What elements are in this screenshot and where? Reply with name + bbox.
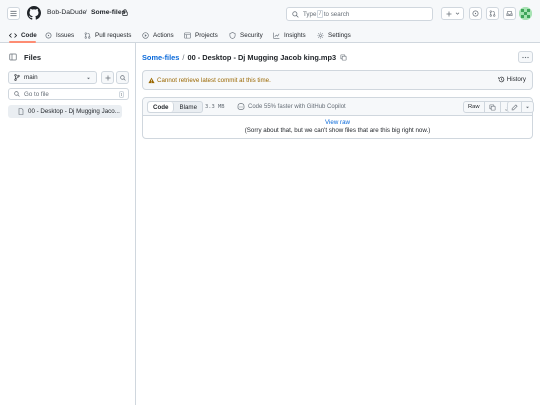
- repo-owner-link[interactable]: Bob-DaDude: [47, 9, 86, 16]
- shield-icon: [229, 31, 236, 39]
- play-icon: [142, 31, 149, 39]
- issue-icon: [45, 32, 52, 38]
- search-icon: [119, 74, 126, 81]
- file-viewer-header: Code Blame 3.3 MB Code 55% faster with G…: [143, 98, 534, 116]
- edit-actions-group: [507, 101, 534, 113]
- menu-icon: [10, 10, 17, 17]
- lock-icon: [122, 9, 128, 16]
- tab-pull-requests-label: Pull requests: [95, 31, 132, 39]
- kebab-horizontal-icon: [522, 56, 529, 58]
- copy-icon: [489, 104, 496, 110]
- tab-pull-requests[interactable]: Pull requests: [84, 29, 131, 41]
- latest-commit-bar: Cannot retrieve latest commit at this ti…: [142, 70, 533, 90]
- go-to-file-input[interactable]: Go to file t: [8, 88, 129, 100]
- tab-insights-label: Insights: [284, 31, 306, 39]
- history-icon: [498, 76, 504, 83]
- file-too-big-message: (Sorry about that, but we can't show fil…: [244, 127, 431, 134]
- github-logo-icon[interactable]: [27, 6, 41, 20]
- code-icon: [9, 32, 17, 38]
- pencil-icon: [511, 103, 518, 110]
- branch-selector[interactable]: main: [8, 71, 97, 84]
- go-to-file-shortcut: t: [118, 91, 124, 98]
- pull-request-icon: [84, 31, 91, 39]
- plus-icon: [105, 75, 110, 80]
- branch-name: main: [24, 74, 38, 81]
- breadcrumb-separator: /: [182, 53, 185, 62]
- copy-path-icon[interactable]: [340, 54, 347, 61]
- file-icon: [18, 108, 24, 115]
- sidebar-title: Files: [24, 53, 42, 62]
- graph-icon: [273, 32, 280, 39]
- file-viewer: Code Blame 3.3 MB Code 55% faster with G…: [142, 97, 534, 139]
- tab-insights[interactable]: Insights: [273, 29, 306, 41]
- blame-view-button[interactable]: Blame: [174, 102, 202, 112]
- edit-options-dropdown[interactable]: [522, 102, 533, 112]
- tab-settings[interactable]: Settings: [317, 29, 351, 41]
- issue-icon: [472, 10, 479, 17]
- inbox-icon: [506, 11, 513, 16]
- file-size: 3.3 MB: [205, 104, 225, 110]
- raw-button[interactable]: Raw: [464, 102, 485, 112]
- breadcrumb: Some-files / 00 - Desktop - Dj Mugging J…: [142, 53, 347, 62]
- inbox-button[interactable]: [503, 7, 516, 20]
- tab-actions[interactable]: Actions: [142, 29, 174, 41]
- tab-issues[interactable]: Issues: [45, 29, 74, 41]
- repo-name-link[interactable]: Some-files: [91, 9, 125, 16]
- plus-icon: [446, 11, 451, 16]
- copy-raw-button[interactable]: [485, 102, 501, 112]
- global-header: Bob-DaDude / Some-files Type / to search: [0, 0, 540, 27]
- breadcrumb-file-name: 00 - Desktop - Dj Mugging Jacob king.mp3: [187, 53, 337, 62]
- add-file-button[interactable]: [101, 71, 114, 84]
- search-files-button[interactable]: [116, 71, 129, 84]
- copilot-promo-text: Code 55% faster with GitHub Copilot: [248, 103, 346, 110]
- global-search-input[interactable]: Type / to search: [286, 7, 433, 21]
- search-icon: [14, 91, 20, 97]
- file-tree-sidebar: Files main Go to file t 00 - Desktop - D…: [0, 43, 136, 405]
- tab-issues-label: Issues: [56, 31, 75, 39]
- search-shortcut-key: /: [317, 10, 323, 18]
- file-tree-item[interactable]: 00 - Desktop - Dj Mugging Jaco...: [8, 105, 122, 118]
- caret-down-icon: [526, 106, 529, 108]
- branch-icon: [14, 74, 20, 81]
- caret-down-icon: [87, 77, 90, 80]
- issues-button[interactable]: [469, 7, 482, 20]
- history-button[interactable]: History: [498, 76, 526, 83]
- tab-projects-label: Projects: [195, 31, 218, 39]
- sidebar-collapse-icon[interactable]: [9, 53, 17, 61]
- pull-requests-button[interactable]: [486, 7, 499, 20]
- view-raw-link[interactable]: View raw: [143, 119, 532, 126]
- search-placeholder-suffix: to search: [323, 10, 350, 18]
- user-avatar[interactable]: [519, 7, 532, 20]
- tab-code-label: Code: [21, 31, 37, 39]
- tab-code[interactable]: Code: [9, 29, 37, 41]
- repo-nav: Code Issues Pull requests Actions Projec…: [0, 27, 540, 43]
- tab-security[interactable]: Security: [229, 29, 263, 41]
- edit-file-button[interactable]: [508, 102, 522, 112]
- alert-icon: [148, 77, 155, 84]
- code-view-button[interactable]: Code: [148, 102, 175, 112]
- breadcrumb-repo-link[interactable]: Some-files: [142, 53, 179, 62]
- owner-repo-separator: /: [85, 9, 87, 16]
- view-mode-toggle: Code Blame: [147, 101, 204, 113]
- tab-settings-label: Settings: [328, 31, 351, 39]
- gear-icon: [317, 31, 324, 39]
- file-tree-item-label: 00 - Desktop - Dj Mugging Jaco...: [28, 108, 120, 115]
- tab-security-label: Security: [240, 31, 263, 39]
- history-label: History: [506, 76, 526, 83]
- table-icon: [184, 32, 191, 38]
- copilot-promo-link[interactable]: Code 55% faster with GitHub Copilot: [237, 103, 346, 110]
- commit-warning-text: Cannot retrieve latest commit at this ti…: [157, 77, 271, 84]
- copilot-icon: [237, 103, 245, 110]
- pull-request-icon: [489, 10, 496, 17]
- tab-actions-label: Actions: [153, 31, 174, 39]
- tab-projects[interactable]: Projects: [184, 29, 218, 41]
- hamburger-menu-button[interactable]: [7, 7, 20, 20]
- create-new-button[interactable]: [441, 7, 464, 20]
- search-placeholder: Type: [303, 10, 317, 18]
- search-icon: [292, 10, 299, 18]
- go-to-file-placeholder: Go to file: [24, 90, 49, 98]
- chevron-down-icon: [455, 12, 459, 15]
- more-options-button[interactable]: [518, 51, 533, 63]
